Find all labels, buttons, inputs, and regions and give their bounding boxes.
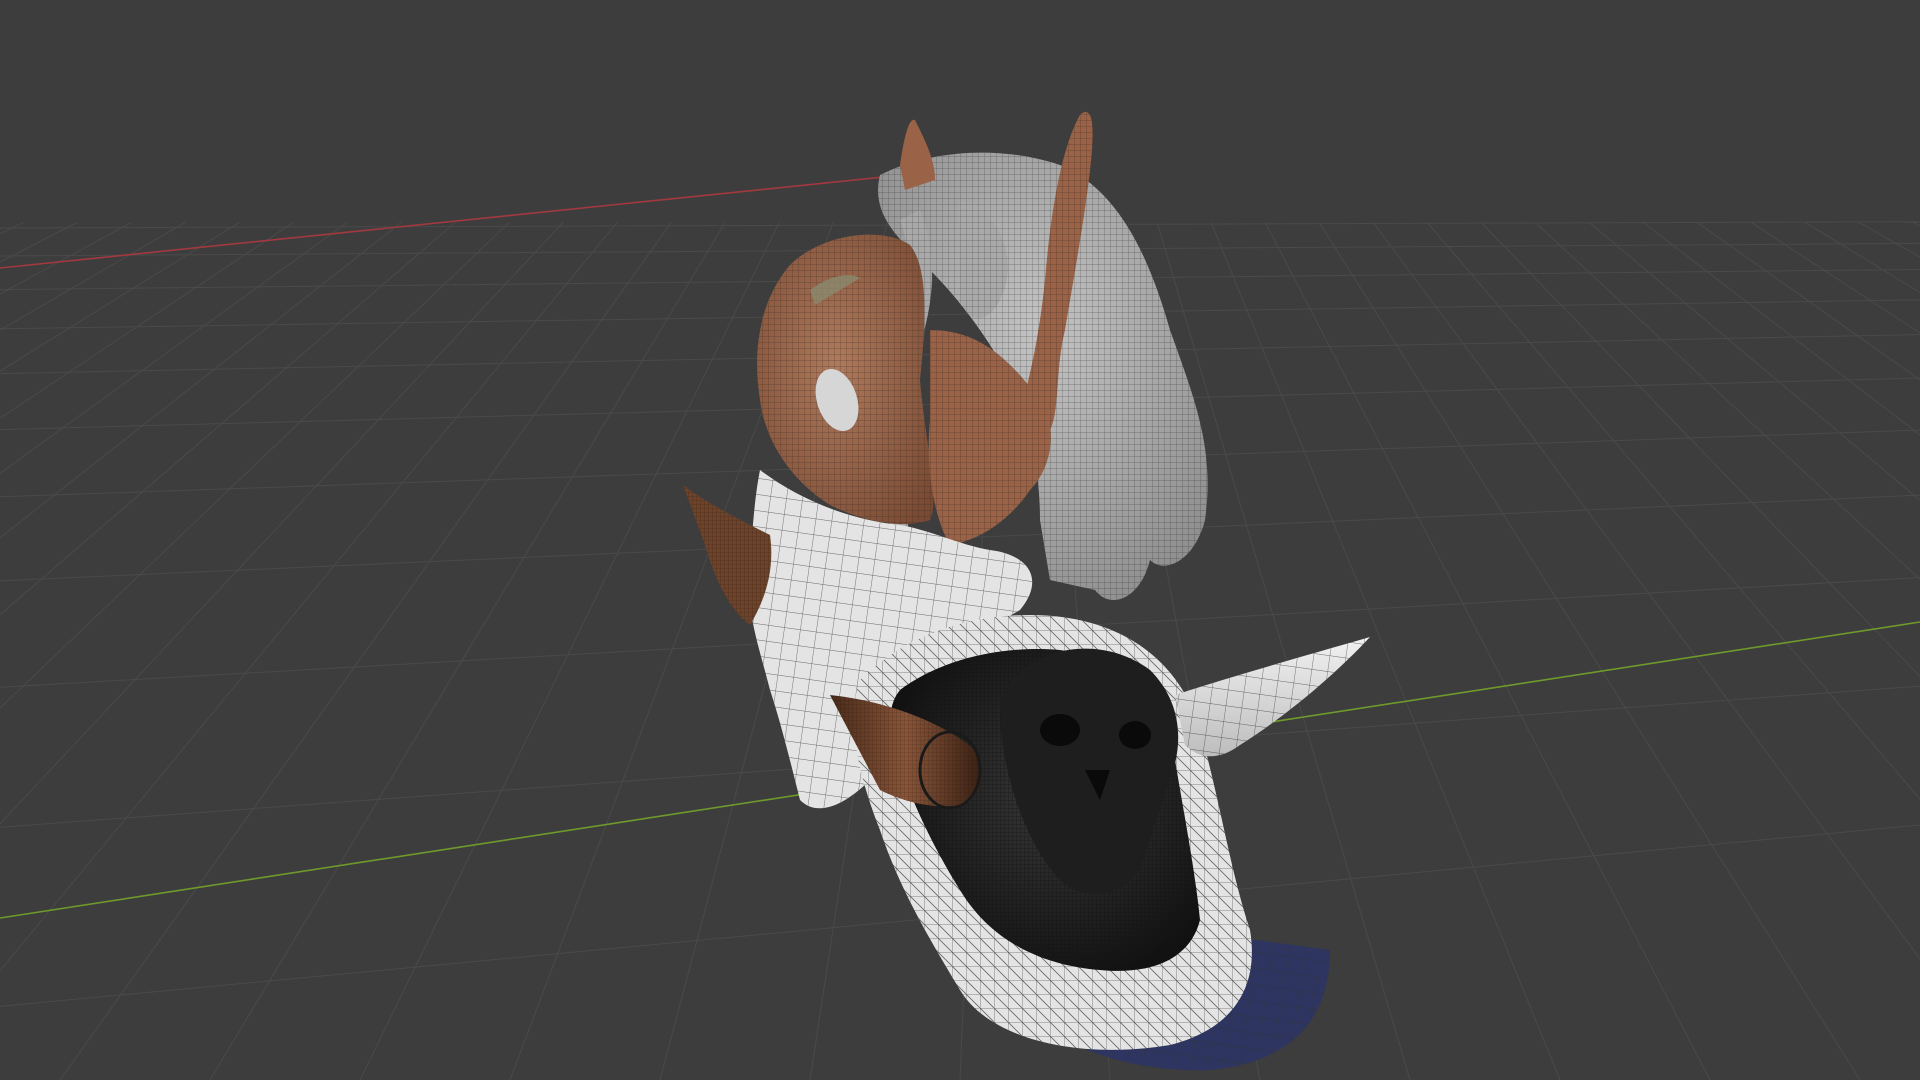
grid-line (0, 221, 294, 419)
grid-line (1858, 221, 1920, 258)
grid-line (1588, 222, 1920, 501)
grid-line (0, 221, 348, 474)
grid-line (1804, 221, 1920, 294)
grid-line (1480, 222, 1920, 678)
grid-line (1750, 221, 1920, 334)
character-model[interactable] (683, 111, 1370, 1071)
grid-line (0, 222, 510, 709)
viewport-canvas[interactable] (0, 0, 1920, 1080)
grid-line (1318, 222, 1861, 1080)
grid-line (0, 299, 1920, 330)
grid-line (0, 221, 24, 235)
grid-line (359, 222, 780, 1080)
3d-viewport[interactable] (0, 0, 1920, 1080)
grid-line (0, 222, 564, 825)
grid-line (1372, 222, 1920, 960)
model-shield-spike-white[interactable] (1175, 637, 1370, 757)
grid-line (0, 221, 78, 263)
model-shield[interactable] (853, 615, 1252, 1050)
grid-line (0, 222, 456, 616)
grid-line (0, 221, 240, 372)
grid-line (209, 222, 726, 1080)
grid-line (0, 222, 618, 972)
grid-line (0, 221, 186, 331)
grid-line (0, 221, 132, 295)
